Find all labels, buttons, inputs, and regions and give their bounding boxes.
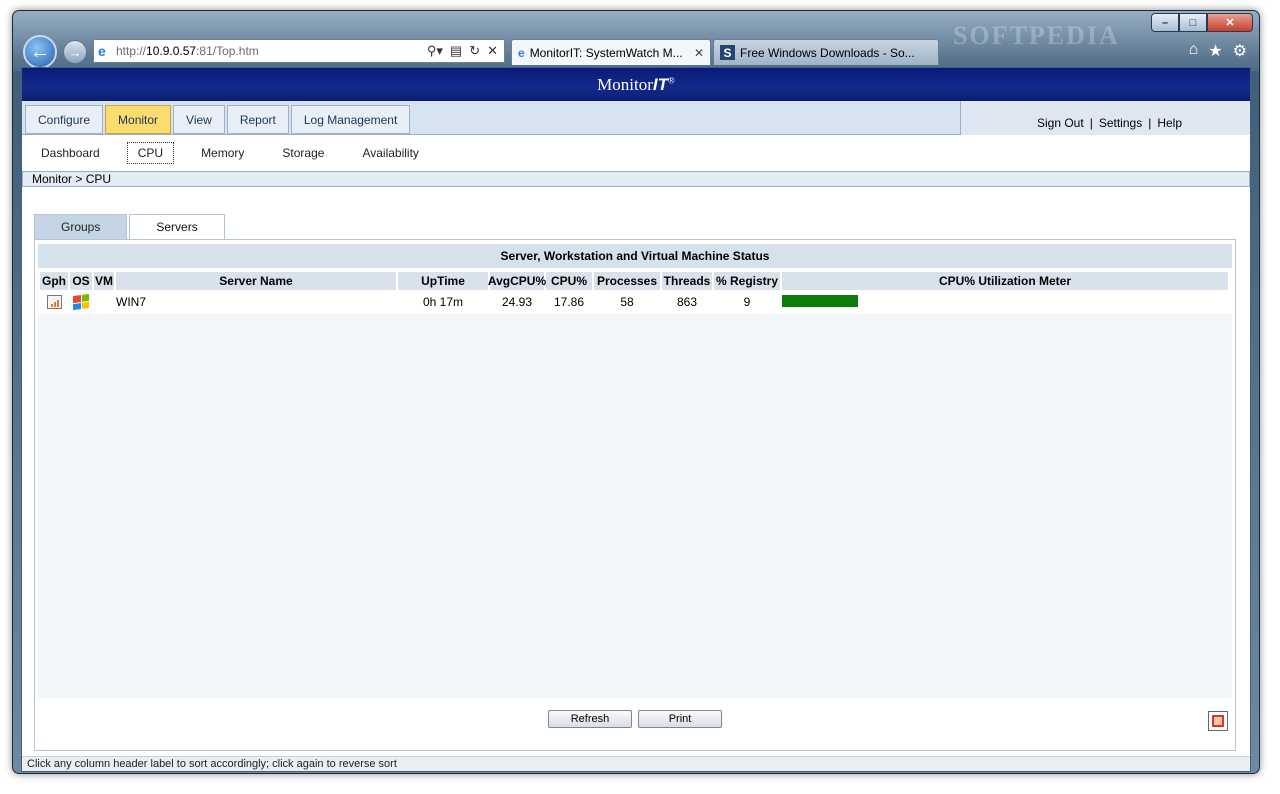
- menu-tab-monitor[interactable]: Monitor: [105, 105, 172, 134]
- close-icon[interactable]: ✕: [1207, 13, 1253, 32]
- separator: |: [1089, 116, 1093, 130]
- tab-close-icon[interactable]: ✕: [694, 46, 704, 60]
- processes-cell: 58: [620, 295, 634, 309]
- submenu-memory[interactable]: Memory: [190, 142, 255, 164]
- status-bar: Click any column header label to sort ac…: [22, 756, 1250, 771]
- column-header-threads[interactable]: Threads: [662, 272, 712, 290]
- tab-title: MonitorIT: SystemWatch M...: [529, 45, 683, 60]
- tab-groups[interactable]: Groups: [34, 214, 128, 240]
- panel-buttons: Refresh Print: [35, 710, 1235, 728]
- stop-icon[interactable]: ✕: [487, 43, 498, 59]
- grid-header: Gph OS VM Server Name UpTime AvgCPU% CPU…: [38, 272, 1232, 290]
- column-header-vm[interactable]: VM: [94, 272, 114, 290]
- home-icon[interactable]: ⌂: [1189, 41, 1199, 61]
- main-menu: Configure Monitor View Report Log Manage…: [22, 101, 1250, 135]
- help-link[interactable]: Help: [1157, 116, 1182, 130]
- brand-logo: MonitorIT®: [597, 74, 675, 94]
- column-header-cpu[interactable]: CPU%: [546, 272, 592, 290]
- gear-icon[interactable]: ⚙: [1233, 41, 1247, 61]
- address-tools: ⚲▾ ▤ ↻ ✕: [427, 43, 498, 59]
- url-prefix: http://: [116, 44, 147, 58]
- window-caption-buttons: – □ ✕: [1151, 13, 1253, 32]
- softpedia-watermark: SOFTPEDIA: [953, 21, 1120, 50]
- address-bar[interactable]: e http://10.9.0.57:81/Top.htm ⚲▾ ▤ ↻ ✕: [93, 39, 505, 63]
- os-cell: [70, 292, 92, 312]
- submenu-availability[interactable]: Availability: [351, 142, 429, 164]
- tab-title: Free Windows Downloads - So...: [740, 45, 915, 60]
- server-name-cell[interactable]: WIN7: [116, 292, 396, 312]
- page-content: MonitorIT® Configure Monitor View Report…: [21, 67, 1251, 772]
- panel-title: Server, Workstation and Virtual Machine …: [38, 244, 1232, 268]
- column-header-registry[interactable]: % Registry: [714, 272, 780, 290]
- column-header-avgcpu[interactable]: AvgCPU%: [488, 272, 546, 290]
- softpedia-favicon-icon: S: [720, 45, 735, 60]
- windows-logo-icon: [73, 293, 89, 311]
- browser-window: SOFTPEDIA – □ ✕ ← → e http://10.9.0.57:8…: [12, 10, 1260, 774]
- menu-tab-report[interactable]: Report: [226, 105, 289, 134]
- column-header-server-name[interactable]: Server Name: [116, 272, 396, 290]
- uptime-cell: 0h 17m: [422, 295, 464, 309]
- refresh-button[interactable]: Refresh: [548, 710, 632, 728]
- ie-icon: e: [98, 43, 106, 59]
- export-icon[interactable]: [1208, 711, 1228, 731]
- user-links: Sign Out | Settings | Help: [960, 101, 1250, 135]
- column-header-uptime[interactable]: UpTime: [398, 272, 488, 290]
- breadcrumb: Monitor > CPU: [22, 171, 1250, 187]
- menu-tab-view[interactable]: View: [173, 105, 225, 134]
- submenu-dashboard[interactable]: Dashboard: [30, 142, 111, 164]
- menu-tab-log-management[interactable]: Log Management: [290, 105, 411, 134]
- print-button[interactable]: Print: [638, 710, 722, 728]
- submenu-cpu[interactable]: CPU: [126, 142, 175, 164]
- ie-tab-icon: e: [518, 45, 525, 60]
- settings-link[interactable]: Settings: [1099, 116, 1142, 130]
- forward-arrow-icon[interactable]: →: [63, 40, 87, 64]
- registry-cell: 9: [743, 295, 751, 309]
- refresh-icon[interactable]: ↻: [469, 43, 480, 59]
- status-grid: Gph OS VM Server Name UpTime AvgCPU% CPU…: [38, 272, 1232, 698]
- column-header-gph[interactable]: Gph: [40, 272, 68, 290]
- app-header: MonitorIT®: [22, 68, 1250, 101]
- threads-cell: 863: [676, 295, 698, 309]
- cpu-utilization-meter: [782, 295, 858, 307]
- column-header-processes[interactable]: Processes: [594, 272, 660, 290]
- menu-tabs: Configure Monitor View Report Log Manage…: [25, 105, 411, 134]
- url-host: 10.9.0.57: [146, 44, 197, 58]
- servers-panel: Server, Workstation and Virtual Machine …: [34, 239, 1236, 751]
- avgcpu-cell: 24.93: [501, 295, 533, 309]
- tab-servers[interactable]: Servers: [129, 214, 225, 240]
- favorites-star-icon[interactable]: ★: [1208, 41, 1222, 61]
- view-tabs: Groups Servers: [34, 214, 225, 240]
- compat-view-icon[interactable]: ▤: [450, 43, 462, 59]
- menu-tab-configure[interactable]: Configure: [25, 105, 104, 134]
- browser-tools: ⌂ ★ ⚙: [1189, 41, 1247, 61]
- separator: |: [1148, 116, 1152, 130]
- graph-icon[interactable]: [46, 295, 62, 309]
- cpu-cell: 17.86: [553, 295, 585, 309]
- back-arrow-icon[interactable]: ←: [23, 35, 57, 69]
- maximize-icon[interactable]: □: [1179, 13, 1207, 32]
- vm-cell: [94, 292, 114, 312]
- search-icon[interactable]: ⚲▾: [427, 43, 443, 59]
- grid-empty-area: [38, 314, 1232, 698]
- table-row[interactable]: WIN7 0h 17m 24.93 17.86 58 863 9: [38, 292, 1232, 312]
- column-header-os[interactable]: OS: [70, 272, 92, 290]
- browser-tab-softpedia[interactable]: S Free Windows Downloads - So...: [713, 39, 939, 65]
- column-header-cpu-meter[interactable]: CPU% Utilization Meter: [782, 272, 1228, 290]
- browser-tab-monitorit[interactable]: e MonitorIT: SystemWatch M... ✕: [511, 39, 711, 65]
- graph-cell[interactable]: [40, 292, 68, 312]
- submenu-storage[interactable]: Storage: [271, 142, 335, 164]
- url-rest: :81/Top.htm: [196, 44, 259, 58]
- minimize-icon[interactable]: –: [1151, 13, 1179, 32]
- sign-out-link[interactable]: Sign Out: [1037, 116, 1084, 130]
- sub-menu: Dashboard CPU Memory Storage Availabilit…: [22, 135, 1250, 171]
